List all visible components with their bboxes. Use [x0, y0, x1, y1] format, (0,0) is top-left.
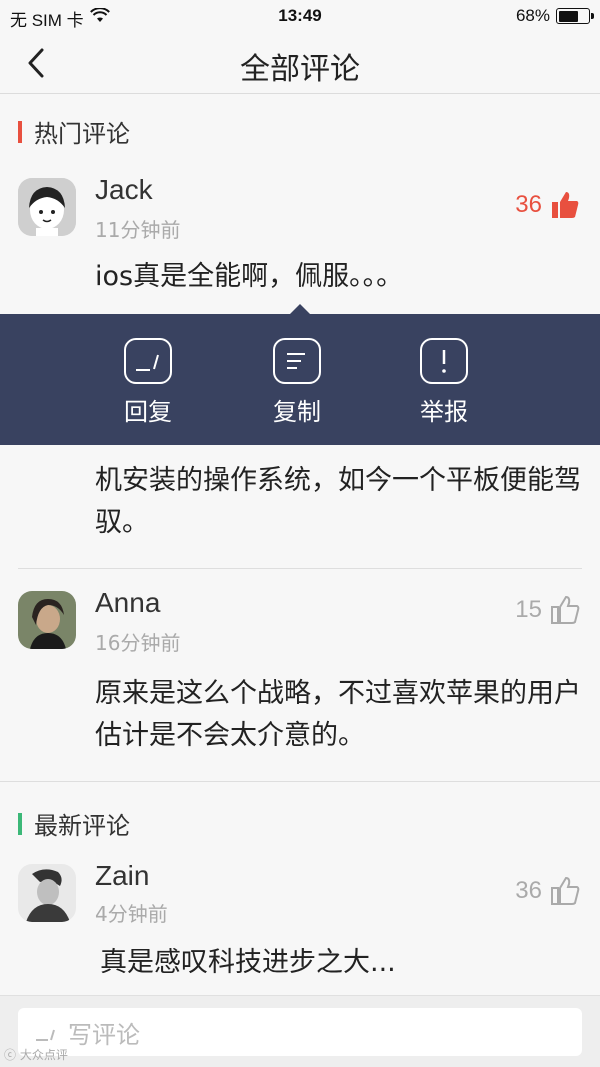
username[interactable]: Jack	[95, 174, 153, 206]
comment-item[interactable]: Zain 4分钟前 36 真是感叹科技进步之大...	[0, 858, 600, 994]
comment-item[interactable]: Anna 16分钟前 15 原来是这么个战略，不过喜欢苹果的用户估计是不会太介意…	[0, 585, 600, 775]
watermark-logo-icon: ⓒ	[4, 1048, 20, 1062]
pencil-icon	[36, 1029, 55, 1041]
thumbs-up-filled-icon	[552, 192, 579, 218]
username[interactable]: Zain	[95, 860, 149, 892]
watermark-text: 大众点评	[19, 1048, 68, 1062]
like-button[interactable]: 36	[515, 876, 580, 906]
section-divider	[0, 781, 600, 782]
report-label: 举报	[420, 398, 468, 426]
copy-icon	[273, 338, 321, 384]
copy-label: 复制	[273, 398, 321, 426]
username[interactable]: Anna	[95, 587, 160, 619]
status-bar: 无 SIM 卡 13:49 68%	[0, 0, 600, 32]
battery-fill	[558, 10, 579, 22]
watermark: ⓒ 大众点评	[4, 1046, 68, 1063]
write-comment-input[interactable]: 写评论	[18, 1008, 582, 1056]
status-time: 13:49	[278, 6, 322, 25]
comment-text: 原来是这么个战略，不过喜欢苹果的用户估计是不会太介意的。	[95, 678, 581, 751]
avatar[interactable]	[18, 591, 76, 649]
avatar[interactable]	[18, 178, 76, 236]
divider	[18, 568, 582, 569]
copy-button[interactable]: 复制	[237, 338, 357, 427]
comment-time: 11分钟前	[95, 218, 181, 242]
new-section-accent	[18, 812, 22, 835]
hot-section-title: 热门评论	[34, 120, 130, 148]
exclamation-icon	[420, 338, 468, 384]
like-button[interactable]: 36	[515, 190, 580, 220]
battery-percent: 68%	[515, 6, 550, 25]
new-section-title: 最新评论	[34, 812, 130, 840]
report-button[interactable]: 举报	[384, 338, 504, 427]
comment-text: 真是感叹科技进步之大...	[100, 947, 396, 978]
reply-label: 回复	[124, 398, 172, 426]
like-count: 15	[515, 596, 542, 623]
hot-section-header: 热门评论	[18, 114, 130, 149]
comment-text: ios真是全能啊，佩服。。。	[95, 261, 404, 292]
page-title: 全部评论	[240, 52, 360, 87]
like-button[interactable]: 15	[515, 595, 580, 625]
battery-icon	[556, 8, 594, 24]
nav-bar: 全部评论	[0, 32, 600, 94]
reply-icon	[124, 338, 172, 384]
comment-text-continued: 机安装的操作系统，如今一个平板便能驾驭。	[95, 465, 581, 538]
popup-arrow	[290, 304, 310, 314]
comment-time: 16分钟前	[95, 631, 181, 655]
avatar[interactable]	[18, 864, 76, 922]
bottom-bar: 写评论	[0, 995, 600, 1067]
comment-time: 4分钟前	[95, 902, 168, 926]
thumbs-up-icon	[551, 595, 580, 624]
comment-item[interactable]: Jack 11分钟前 36 ios真是全能啊，佩服。。。	[0, 172, 600, 312]
like-count: 36	[515, 191, 542, 218]
like-count: 36	[515, 877, 542, 904]
reply-button[interactable]: 回复	[88, 338, 208, 427]
hot-section-accent	[18, 120, 22, 143]
write-comment-placeholder: 写评论	[68, 1020, 140, 1049]
thumbs-up-icon	[551, 876, 580, 905]
new-section-header: 最新评论	[18, 806, 130, 841]
comment-action-popup: 回复 复制 举报	[0, 304, 600, 445]
